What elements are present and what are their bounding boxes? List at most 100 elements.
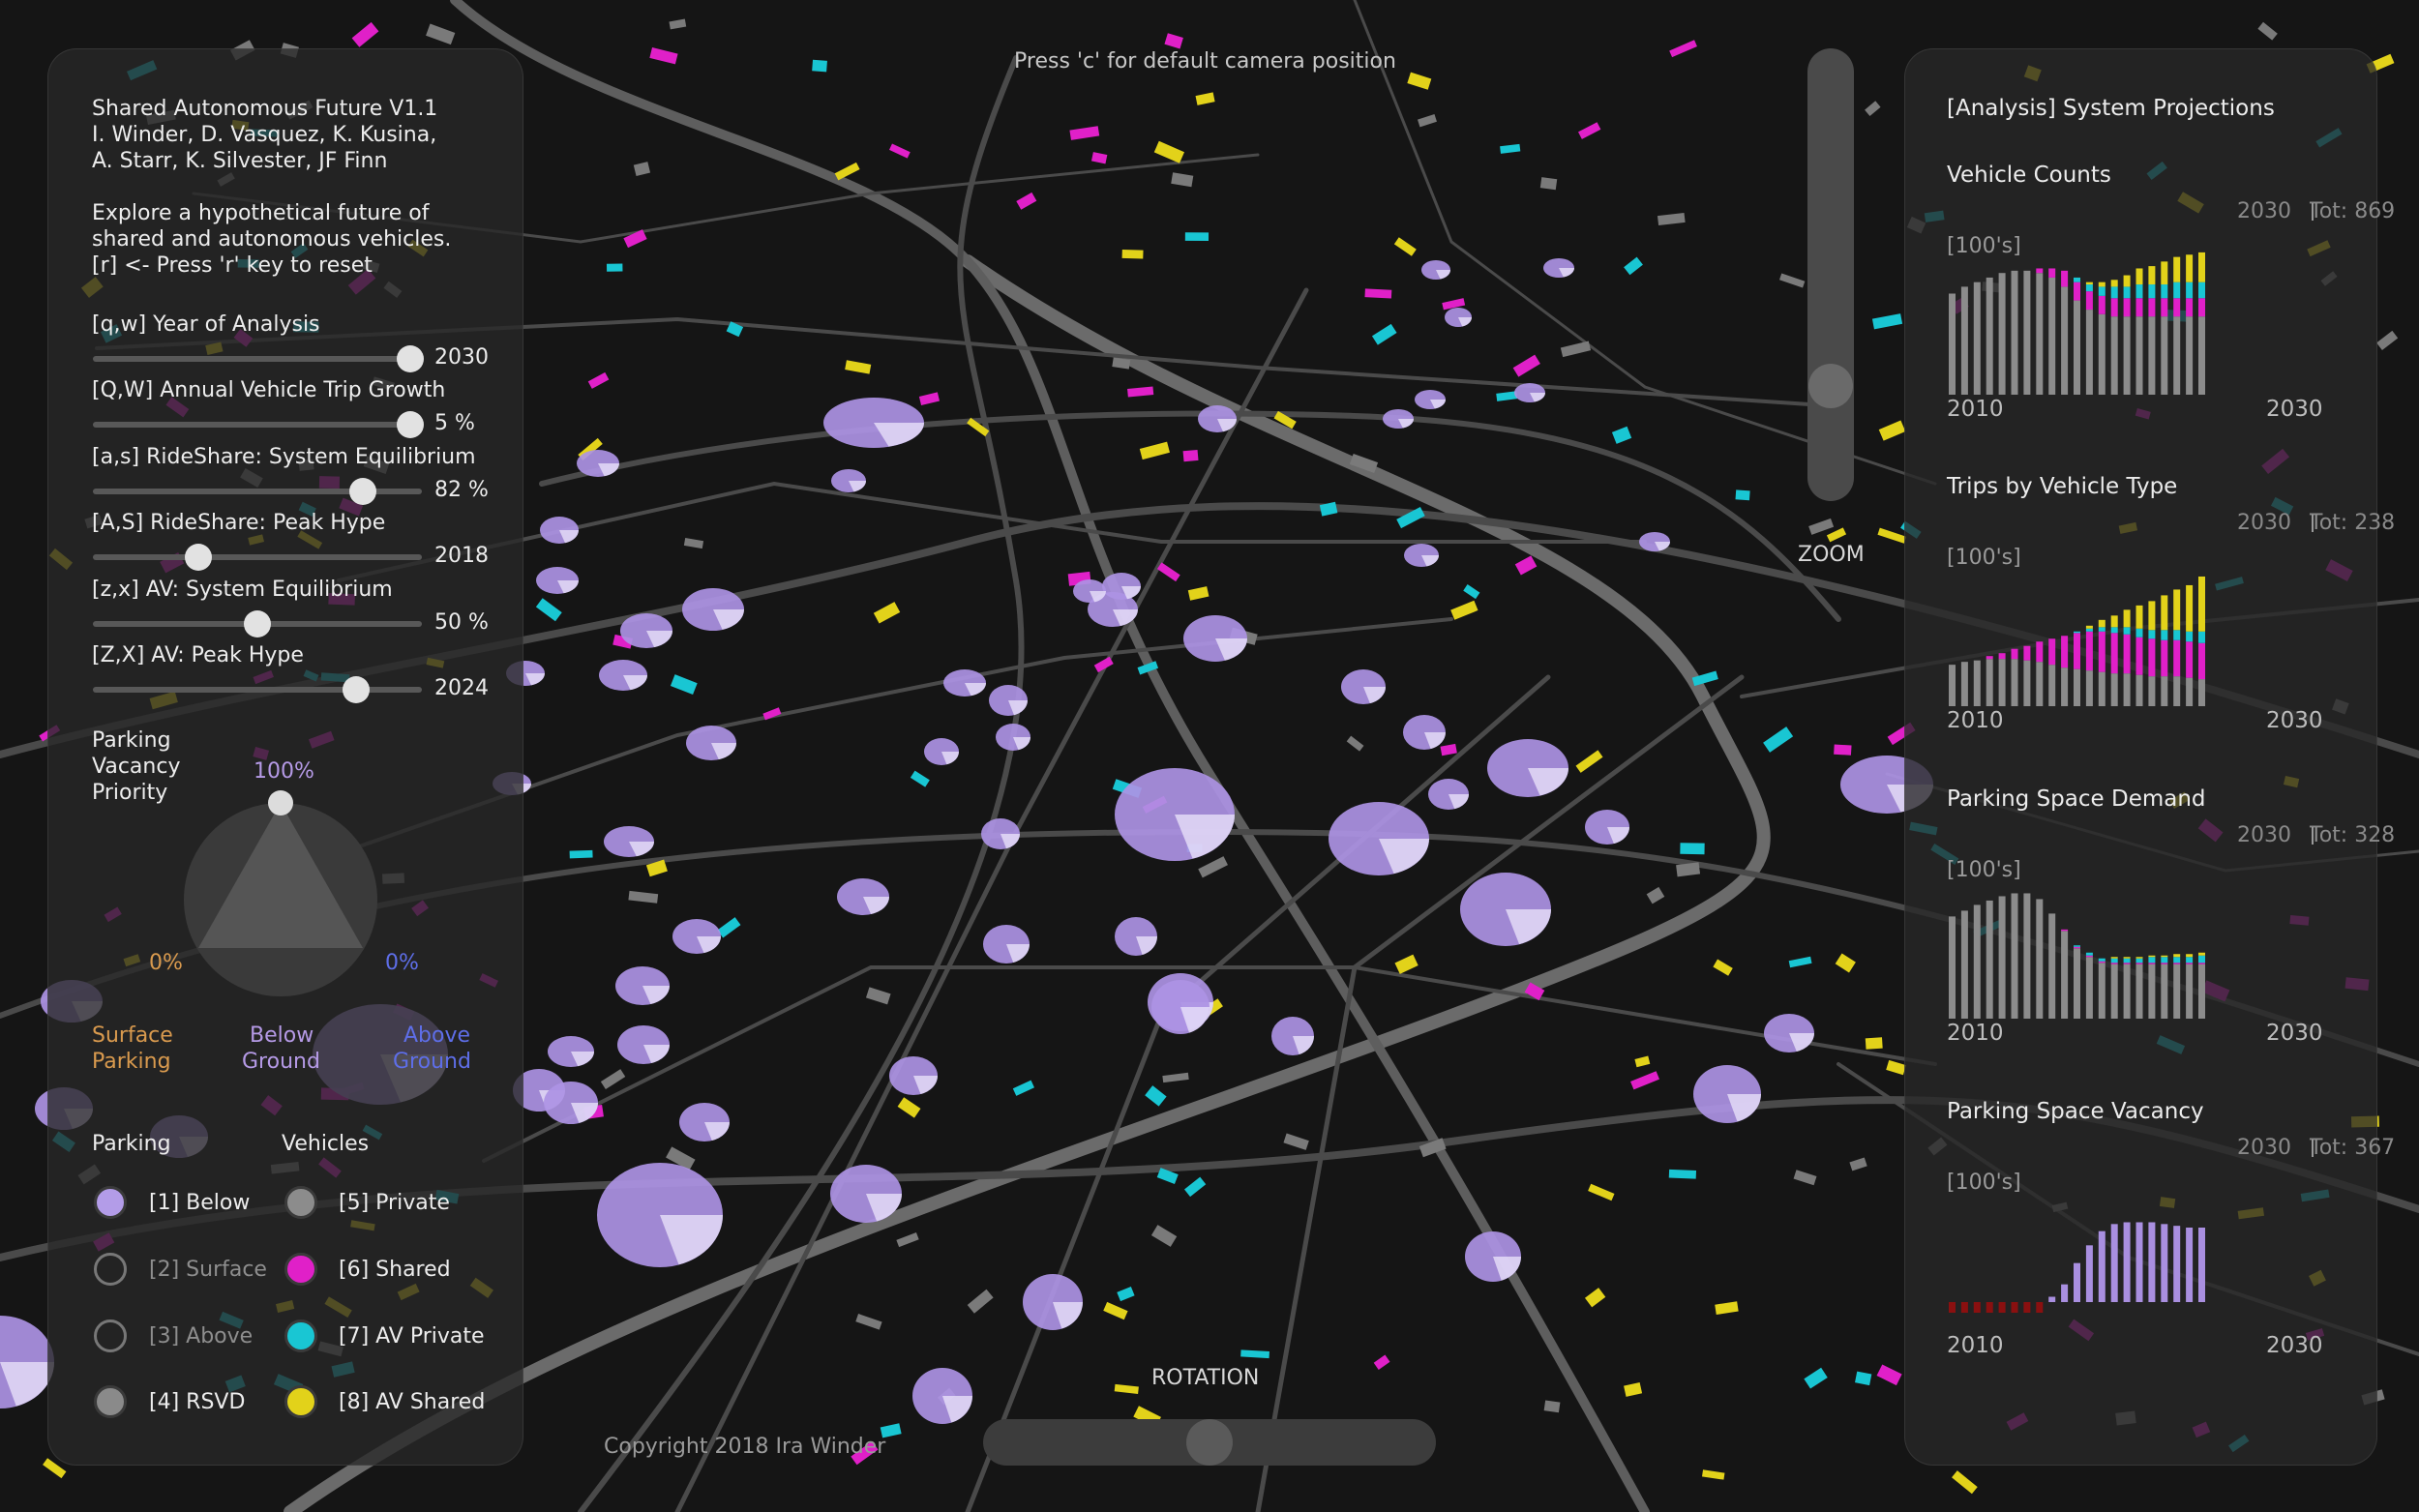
- bar-segment: [2135, 674, 2143, 706]
- bar-segment: [2036, 662, 2044, 706]
- bar-vacancy: [2173, 1226, 2181, 1302]
- bar-segment: [1986, 900, 1993, 1019]
- slider-track[interactable]: [93, 422, 422, 428]
- slider-value: 2018: [434, 544, 489, 568]
- bar-vacancy: [2198, 1228, 2205, 1302]
- bar-segment: [1986, 656, 1993, 660]
- below-ground-label-2: Ground: [242, 1050, 320, 1074]
- x-axis-start-label: 2010: [1947, 1333, 2004, 1358]
- slider-track[interactable]: [93, 554, 422, 560]
- chart-plot: [1949, 203, 2314, 395]
- parking-label[interactable]: [2] Surface: [149, 1257, 267, 1283]
- vehicle-toggle[interactable]: [284, 1186, 317, 1219]
- analysis-header: [Analysis] System Projections: [1947, 96, 2275, 121]
- priority-triangle-selector[interactable]: [179, 788, 392, 1001]
- bar-segment: [2061, 270, 2069, 287]
- bar-segment: [2198, 298, 2205, 317]
- bar-segment: [2098, 286, 2105, 296]
- chart-plot: [1949, 1140, 2314, 1313]
- bar-segment: [2148, 284, 2156, 299]
- chart-plot: [1949, 515, 2314, 706]
- parking-toggle[interactable]: [94, 1186, 127, 1219]
- bar-segment: [2173, 630, 2181, 640]
- bar-segment: [1986, 659, 1993, 706]
- bar-segment: [2098, 963, 2105, 1019]
- bar-segment: [2085, 957, 2093, 1019]
- bar-segment: [2135, 268, 2143, 285]
- vehicle-label[interactable]: [8] AV Shared: [339, 1389, 485, 1415]
- priority-top-value: 100%: [254, 759, 314, 784]
- vehicle-marker: [569, 849, 593, 859]
- bar-segment: [2135, 628, 2143, 637]
- vehicle-toggle[interactable]: [284, 1253, 317, 1286]
- slider-knob[interactable]: [343, 676, 370, 703]
- slider-label: [a,s] RideShare: System Equilibrium: [92, 445, 476, 469]
- parking-label[interactable]: [4] RSVD: [149, 1389, 245, 1415]
- bar-segment: [2074, 300, 2080, 395]
- above-ground-label-2: Ground: [393, 1050, 471, 1074]
- bar-segment: [2123, 673, 2131, 706]
- bar-segment: [2110, 963, 2118, 964]
- bar-segment: [2198, 955, 2205, 964]
- parking-toggle[interactable]: [94, 1253, 127, 1286]
- vehicle-toggle[interactable]: [284, 1319, 317, 1352]
- chart-plot: [1949, 827, 2314, 1019]
- vehicle-marker: [1865, 1037, 1883, 1050]
- slider-knob[interactable]: [397, 345, 424, 372]
- description-line-2: shared and autonomous vehicles.: [92, 227, 452, 252]
- bar-segment: [2148, 266, 2156, 285]
- x-axis-end-label: 2030: [2266, 1333, 2323, 1358]
- bar-segment: [2023, 645, 2031, 661]
- bar-segment: [2135, 637, 2143, 675]
- vehicle-label[interactable]: [6] Shared: [339, 1257, 451, 1283]
- bar-segment: [2173, 963, 2181, 964]
- bar-segment: [2023, 893, 2031, 1019]
- authors-line-1: I. Winder, D. Vasquez, K. Kusina,: [92, 123, 437, 147]
- slider-knob[interactable]: [184, 544, 212, 571]
- parking-toggle[interactable]: [94, 1385, 127, 1418]
- bar-segment: [2123, 316, 2131, 395]
- bar-segment: [2036, 899, 2044, 1019]
- slider-knob[interactable]: [244, 610, 271, 637]
- parking-label[interactable]: [3] Above: [149, 1323, 253, 1349]
- vehicle-toggle[interactable]: [284, 1385, 317, 1418]
- bar-segment: [2148, 601, 2156, 631]
- zoom-slider[interactable]: [1807, 48, 1854, 501]
- bar-segment: [2085, 955, 2093, 958]
- bar-vacancy: [2011, 1302, 2018, 1313]
- copyright-text: Copyright 2018 Ira Winder: [604, 1435, 886, 1459]
- slider-track[interactable]: [93, 356, 422, 362]
- parking-label[interactable]: [1] Below: [149, 1190, 250, 1216]
- bar-segment: [2161, 284, 2168, 299]
- vehicles-legend-header: Vehicles: [282, 1132, 370, 1156]
- zoom-slider-knob[interactable]: [1808, 364, 1853, 408]
- rotation-slider-knob[interactable]: [1186, 1419, 1233, 1466]
- slider-knob[interactable]: [348, 478, 376, 505]
- slider-label: [Q,W] Annual Vehicle Trip Growth: [92, 378, 446, 402]
- bar-segment: [2098, 961, 2105, 964]
- bar-segment: [2011, 270, 2018, 395]
- bar-segment: [2135, 605, 2143, 629]
- bar-segment: [2135, 964, 2143, 1019]
- bar-segment: [2173, 676, 2181, 706]
- bar-segment: [2110, 957, 2118, 959]
- parking-toggle[interactable]: [94, 1319, 127, 1352]
- slider-label: [Z,X] AV: Peak Hype: [92, 643, 304, 667]
- bar-segment: [2123, 286, 2131, 299]
- bar-segment: [2148, 957, 2156, 964]
- bar-segment: [2161, 964, 2168, 1019]
- bar-vacancy: [2148, 1222, 2156, 1302]
- slider-knob[interactable]: [397, 411, 424, 438]
- bar-segment: [1973, 282, 1981, 395]
- bar-segment: [2048, 665, 2056, 706]
- bar-segment: [2036, 273, 2044, 395]
- bar-segment: [2186, 954, 2194, 958]
- bar-segment: [2198, 631, 2205, 643]
- bar-segment: [2198, 642, 2205, 680]
- bar-segment: [2074, 631, 2080, 634]
- bar-segment: [2110, 280, 2118, 287]
- slider-track[interactable]: [93, 687, 422, 693]
- vehicle-label[interactable]: [5] Private: [339, 1190, 450, 1216]
- vehicle-label[interactable]: [7] AV Private: [339, 1323, 485, 1349]
- vehicle-marker: [1680, 843, 1705, 855]
